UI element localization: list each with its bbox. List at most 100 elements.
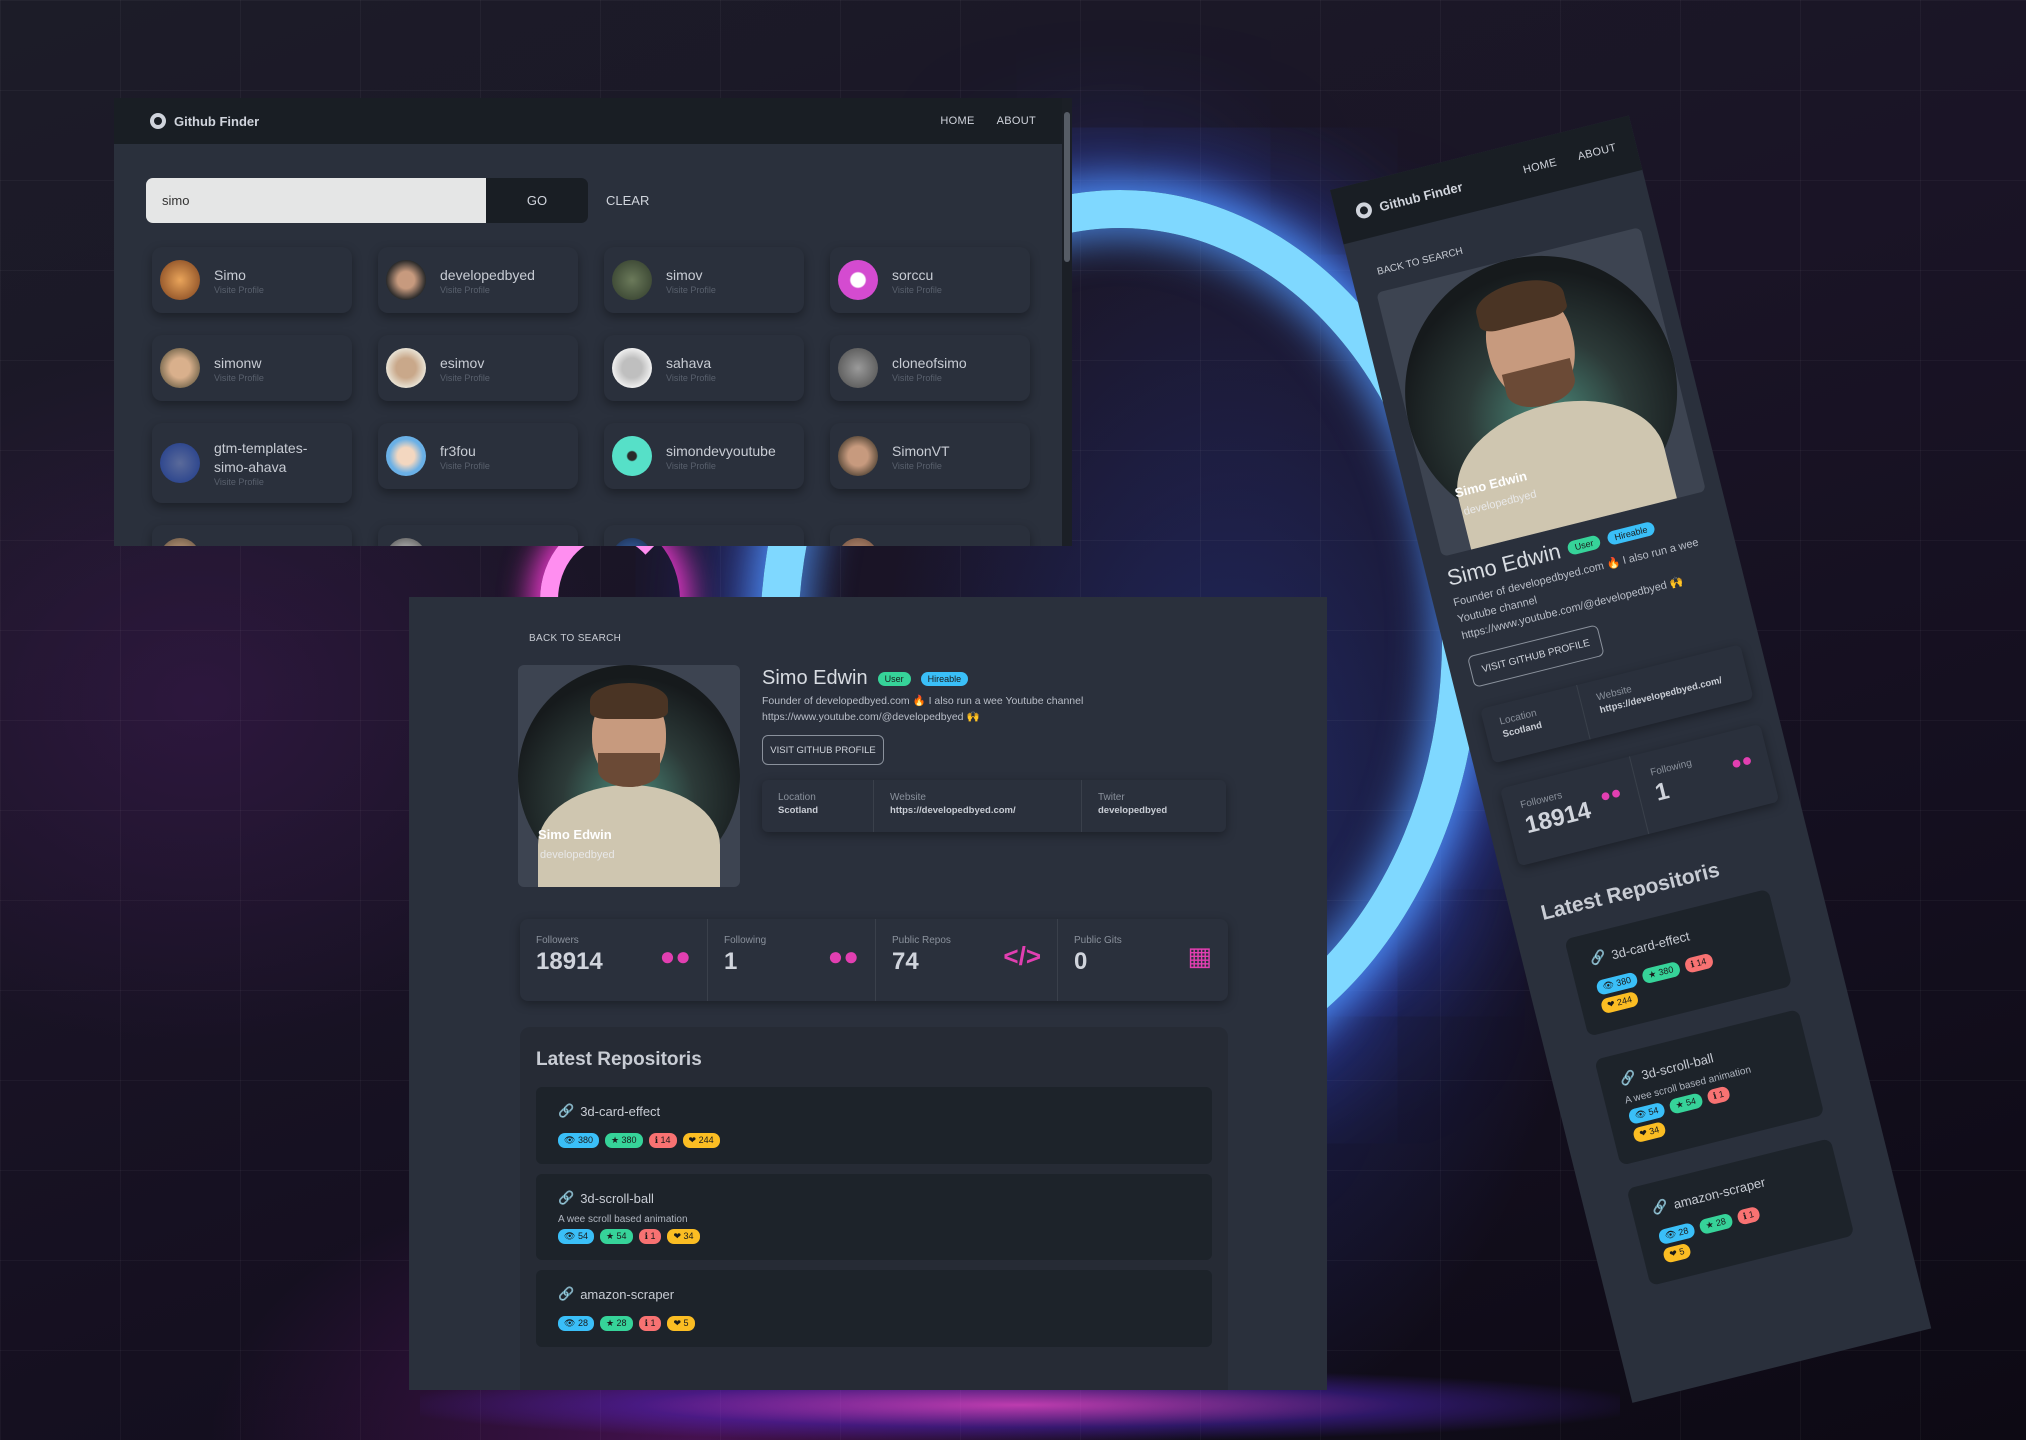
user-card[interactable]: fr3fou Visite Profile (378, 423, 578, 489)
stars-badge: ★ 380 (1640, 960, 1682, 985)
hireable-badge: Hireable (920, 671, 969, 686)
nav-about[interactable]: ABOUT (997, 115, 1036, 127)
user-name: simov (666, 266, 703, 283)
info-website: Website https://developedbyed.com/ (1577, 644, 1754, 739)
user-card[interactable]: dato (378, 525, 578, 546)
info-location: Location Scotland (1480, 684, 1591, 764)
user-card[interactable]: sahava Visite Profile (604, 335, 804, 401)
repo-card[interactable]: 🔗 amazon-scraper 👁 28 ★ 28 ℹ 1 ❤ 5 (1626, 1138, 1855, 1286)
stars-badge: ★ 54 (599, 1229, 633, 1244)
visit-profile-link[interactable]: Visite Profile (440, 461, 490, 471)
repo-name[interactable]: amazon-scraper (580, 1287, 674, 1302)
repos-section: Latest Repositoris 🔗 3d-card-effect 👁 380… (520, 1027, 1228, 1390)
logo[interactable]: Github Finder (1354, 178, 1464, 221)
avatar (612, 348, 652, 388)
issues-badge: ℹ 1 (1735, 1205, 1762, 1226)
visit-profile-link[interactable]: Visite Profile (892, 461, 950, 471)
visit-profile-link[interactable]: Visite Profile (440, 373, 490, 383)
nav-home[interactable]: HOME (940, 115, 974, 127)
search-input[interactable]: simo (146, 178, 486, 223)
user-badge: User (1566, 534, 1602, 556)
watchers-badge: 👁 380 (558, 1133, 599, 1148)
user-card[interactable]: simov Visite Profile (604, 247, 804, 313)
link-icon: 🔗 (558, 1190, 575, 1205)
user-card[interactable]: esimov Visite Profile (378, 335, 578, 401)
repo-card[interactable]: 🔗 3d-scroll-ball A wee scroll based anima… (1594, 1009, 1825, 1166)
user-card[interactable]: sorccu Visite Profile (830, 247, 1030, 313)
repo-name[interactable]: 3d-card-effect (1610, 928, 1691, 962)
user-name: sorccu (892, 266, 934, 283)
avatar (612, 436, 652, 476)
stars-badge: ★ 28 (599, 1316, 633, 1331)
user-name: Simo (214, 266, 246, 283)
profile-info: Location Scotland Website https://develope… (762, 780, 1226, 832)
nav-home[interactable]: HOME (1522, 157, 1558, 177)
user-card[interactable]: developedbyed Visite Profile (378, 247, 578, 313)
visit-profile-link[interactable]: Visite Profile (666, 285, 716, 295)
back-to-search-button[interactable]: BACK TO SEARCH (529, 633, 621, 644)
user-card[interactable]: simonbs (604, 525, 804, 546)
user-name: simondevyoutube (666, 442, 776, 459)
clear-button[interactable]: CLEAR (606, 193, 649, 208)
user-name: simonw (214, 354, 262, 371)
issues-badge: ℹ 1 (638, 1229, 662, 1244)
user-card[interactable]: simondevyoutube Visite Profile (604, 423, 804, 489)
visit-profile-link[interactable]: Visite Profile (214, 477, 324, 487)
forks-badge: ❤ 34 (667, 1229, 700, 1244)
profile-screen: BACK TO SEARCH Simo Edwin developedbyed … (409, 597, 1327, 1390)
users-icon: ●● (659, 941, 691, 971)
visit-profile-link[interactable]: Visite Profile (440, 285, 535, 295)
info-website: Website https://developedbyed.com/ (874, 780, 1082, 832)
nav-about[interactable]: ABOUT (1577, 142, 1618, 163)
avatar (160, 538, 200, 546)
scrollbar[interactable] (1062, 98, 1072, 546)
avatar (386, 538, 426, 546)
user-card[interactable]: Simo Visite Profile (152, 247, 352, 313)
go-button[interactable]: GO (486, 178, 588, 223)
avatar (612, 260, 652, 300)
avatar (386, 260, 426, 300)
avatar (160, 443, 200, 483)
user-name: cloneofsimo (892, 354, 967, 371)
github-icon (150, 113, 166, 129)
visit-profile-link[interactable]: Visite Profile (666, 461, 776, 471)
user-card[interactable]: dlodeprojuicer (152, 525, 352, 546)
avatar (160, 348, 200, 388)
user-card[interactable]: simonw Visite Profile (152, 335, 352, 401)
user-card[interactable]: cloneofsimo Visite Profile (830, 335, 1030, 401)
forks-badge: ❤ 5 (667, 1316, 695, 1331)
user-name: esimov (440, 354, 485, 371)
user-name: sahava (666, 354, 712, 371)
hireable-badge: Hireable (1606, 520, 1656, 546)
visit-profile-link[interactable]: Visite Profile (666, 373, 716, 383)
issues-badge: ℹ 1 (1705, 1085, 1732, 1106)
user-card[interactable]: gtm-templates-simo-ahava Visite Profile (152, 423, 352, 503)
user-friends-icon: ●● (827, 941, 859, 971)
visit-profile-link[interactable]: Visite Profile (892, 285, 942, 295)
repo-name[interactable]: 3d-scroll-ball (580, 1191, 654, 1206)
visit-profile-link[interactable]: Visite Profile (892, 373, 967, 383)
avatar (838, 348, 878, 388)
repo-name[interactable]: 3d-card-effect (580, 1104, 660, 1119)
repo-card[interactable]: 🔗 3d-card-effect 👁 380 ★ 380 ℹ 14 ❤ 244 (536, 1087, 1212, 1164)
visit-github-profile-button[interactable]: VISIT GITHUB PROFILE (762, 735, 884, 765)
visit-profile-link[interactable]: Visite Profile (214, 373, 264, 383)
logo[interactable]: Github Finder (150, 113, 259, 129)
visit-profile-link[interactable]: Visite Profile (214, 285, 264, 295)
repo-name[interactable]: amazon-scraper (1672, 1174, 1767, 1211)
user-card[interactable]: simonaco (830, 525, 1030, 546)
watchers-badge: 👁 28 (558, 1316, 594, 1331)
repo-card[interactable]: 🔗 amazon-scraper 👁 28 ★ 28 ℹ 1 ❤ 5 (536, 1270, 1212, 1347)
scrollbar-thumb[interactable] (1064, 112, 1070, 262)
link-icon: 🔗 (1618, 1068, 1638, 1088)
user-card[interactable]: SimonVT Visite Profile (830, 423, 1030, 489)
repo-card[interactable]: 🔗 3d-scroll-ball A wee scroll based anima… (536, 1174, 1212, 1260)
results-grid: Simo Visite Profile developedbyed Visite P… (152, 247, 1072, 546)
avatar (838, 538, 878, 546)
issues-badge: ℹ 14 (648, 1133, 677, 1148)
avatar-login: developedbyed (540, 849, 615, 861)
stat-followers: Followers 18914 ●● (1499, 756, 1650, 867)
info-twitter: Twiter developedbyed (1098, 792, 1168, 816)
website-link[interactable]: https://developedbyed.com/ (890, 805, 1065, 816)
code-icon: </> (1003, 941, 1041, 971)
